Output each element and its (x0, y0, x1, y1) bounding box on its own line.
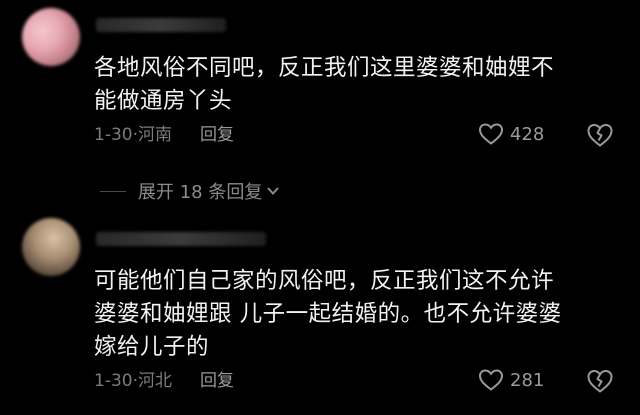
comment-date: 1-30 (94, 125, 133, 145)
reply-button[interactable]: 回复 (200, 123, 234, 147)
comment-text: 各地风俗不同吧，反正我们这里婆婆和妯娌不 能做通房丫头 (94, 55, 555, 114)
chevron-down-icon (267, 187, 280, 195)
comment-list: 各地风俗不同吧，反正我们这里婆婆和妯娌不 能做通房丫头 1-30 · 河南 回复… (0, 0, 640, 415)
comment-meta: 1-30 · 河南 回复 (94, 123, 234, 147)
like-button[interactable]: 281 (478, 368, 544, 392)
like-count: 428 (510, 123, 545, 145)
username-blurred[interactable] (96, 18, 226, 32)
avatar[interactable] (22, 8, 80, 66)
reply-button[interactable]: 回复 (200, 369, 234, 393)
avatar[interactable] (22, 218, 80, 276)
like-button[interactable]: 428 (478, 122, 544, 146)
divider-line (100, 190, 126, 192)
comment-location: 河北 (138, 371, 172, 391)
expand-replies-button[interactable]: 展开 18 条回复 (100, 178, 280, 204)
comment-location: 河南 (138, 125, 172, 145)
like-count: 281 (510, 369, 545, 391)
broken-heart-icon[interactable] (586, 368, 614, 394)
broken-heart-icon[interactable] (586, 122, 614, 148)
comment-text: 可能他们自己家的风俗吧，反正我们这不允许 婆婆和妯娌跟 儿子一起结婚的。也不允许… (94, 268, 562, 360)
heart-outline-icon (478, 369, 504, 391)
expand-replies-label: 展开 18 条回复 (138, 182, 263, 203)
comment-meta: 1-30 · 河北 回复 (94, 369, 234, 393)
heart-outline-icon (478, 123, 504, 145)
username-blurred[interactable] (96, 232, 266, 246)
comment-date: 1-30 (94, 371, 133, 391)
